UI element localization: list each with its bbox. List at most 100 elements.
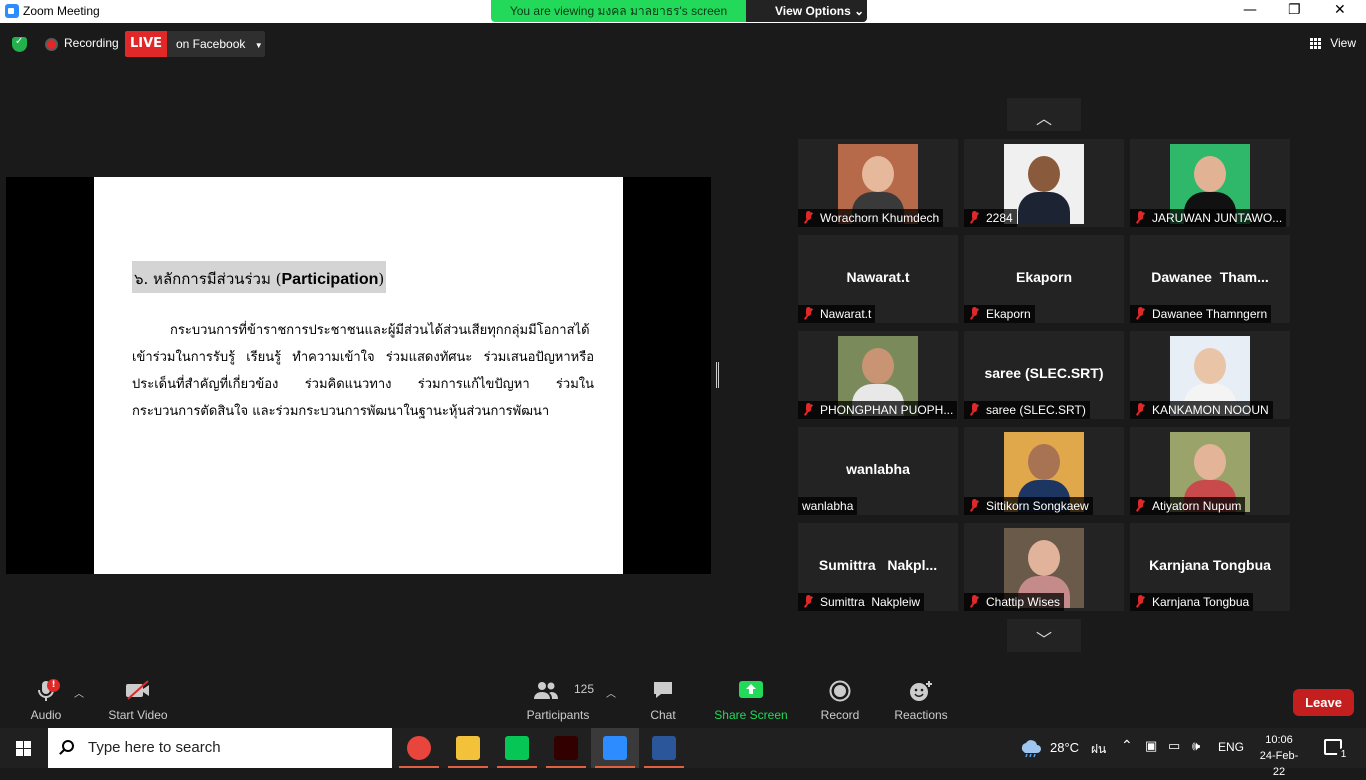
participant-name-label: Worachorn Khumdech [798,209,944,227]
participant-tile[interactable]: Nawarat.t Nawarat.t [798,235,958,323]
participant-tile[interactable]: saree (SLEC.SRT) saree (SLEC.SRT) [964,331,1124,419]
smiley-plus-icon [910,681,932,701]
slide-heading-thai: ๖. หลักการมีส่วนร่วม ( [134,270,282,288]
participant-name-label: PHONGPHAN PUOPH... [798,401,958,419]
participant-tile[interactable]: JARUWAN JUNTAWO... [1130,139,1290,227]
line-taskbar-button[interactable] [493,728,541,768]
meet-now-icon[interactable]: ▣ [1145,738,1157,754]
maximize-button[interactable]: ❐ [1288,2,1301,18]
participant-tile[interactable]: Karnjana Tongbua Karnjana Tongbua [1130,523,1290,611]
participant-tile[interactable]: 2284 [964,139,1124,227]
security-shield-icon[interactable] [12,36,27,52]
network-icon[interactable]: ▭ [1168,738,1180,754]
view-options-button[interactable]: View Options ⌄ [746,0,867,22]
windows-start-button[interactable] [0,728,48,768]
word-taskbar-button[interactable] [640,728,688,768]
participant-name: Nawarat.t [820,307,872,321]
participant-head [862,156,894,192]
view-options-label: View Options [775,4,851,18]
panel-resize-handle[interactable] [716,362,719,388]
recording-icon [45,38,58,51]
share-screen-label: Share Screen [714,708,788,722]
windows-taskbar: Type here to search 28°C ฝน ⌃ ▣ ▭ 🕪 ENG … [0,728,1366,778]
illustrator-taskbar-button[interactable] [542,728,590,768]
participant-tile[interactable]: Chattip Wises [964,523,1124,611]
participant-tile[interactable]: Atiyatorn Nupum [1130,427,1290,515]
windows-logo-icon [16,741,23,748]
taskbar-clock[interactable]: 10:06 24-Feb-22 [1254,732,1304,780]
weather-icon[interactable] [1018,738,1044,761]
participant-name: Worachorn Khumdech [820,211,940,225]
participants-options-caret-icon[interactable]: ︿ [606,685,616,700]
muted-microphone-icon [803,595,813,608]
participant-name-label: JARUWAN JUNTAWO... [1130,209,1287,227]
participant-tile[interactable]: Worachorn Khumdech [798,139,958,227]
audio-options-caret-icon[interactable]: ︿ [74,685,84,700]
zoom-taskbar-button[interactable] [591,728,639,768]
start-video-label: Start Video [108,708,168,722]
muted-microphone-icon [1135,211,1145,224]
chrome-taskbar-button[interactable] [395,728,443,768]
presentation-slide: ๖. หลักการมีส่วนร่วม (Participation) กระ… [94,177,623,574]
clock-date: 24-Feb-22 [1259,750,1299,778]
shared-screen: ๖. หลักการมีส่วนร่วม (Participation) กระ… [6,177,711,574]
minimize-button[interactable]: — [1243,2,1257,18]
muted-microphone-icon [1135,595,1145,608]
participant-name-label: Sumittra Nakpleiw [798,593,925,611]
participant-name-label: Karnjana Tongbua [1130,593,1254,611]
participant-tile[interactable]: wanlabha wanlabha [798,427,958,515]
participant-head [1028,156,1060,192]
gallery-page-down-button[interactable]: ﹀ [1007,619,1081,652]
participant-tile[interactable]: KANKAMON NOOUN [1130,331,1290,419]
participant-name: wanlabha [802,499,854,513]
participant-tile[interactable]: Dawanee Tham... Dawanee Thamngern [1130,235,1290,323]
participant-name: KANKAMON NOOUN [1152,403,1269,417]
participant-tile[interactable]: Sittikorn Songkaew [964,427,1124,515]
volume-icon[interactable]: 🕪 [1192,738,1200,754]
leave-button[interactable]: Leave [1293,689,1354,716]
language-indicator[interactable]: ENG [1218,740,1244,754]
participants-label: Participants [526,708,590,722]
muted-microphone-icon [969,211,979,224]
notification-count-badge: 1 [1337,748,1350,761]
gallery-page-up-button[interactable]: ︿ [1007,98,1081,131]
muted-microphone-icon [1135,307,1145,320]
participant-name-label: Dawanee Thamngern [1130,305,1272,323]
record-label: Record [820,708,860,722]
participant-tile[interactable]: Sumittra Nakpl... Sumittra Nakpleiw [798,523,958,611]
slide-body-text: กระบวนการที่ข้าราชการประชาชนและผู้มีส่วน… [132,323,594,419]
video-off-icon [126,680,149,700]
live-destination-label: on Facebook [176,37,246,51]
participant-tile[interactable]: Ekaporn Ekaporn [964,235,1124,323]
participant-name: 2284 [986,211,1013,225]
participant-name-label: wanlabha [798,497,858,515]
taskbar-search-box[interactable]: Type here to search [48,728,392,768]
grid-view-icon[interactable] [1310,38,1321,49]
slide-heading: ๖. หลักการมีส่วนร่วม (Participation) [132,261,387,293]
participant-display-name: wanlabha [846,461,910,477]
line-icon [505,736,529,760]
participant-display-name: Nawarat.t [846,269,910,285]
muted-microphone-icon [969,307,979,320]
participant-name: Chattip Wises [986,595,1061,609]
illustrator-icon [554,736,578,760]
word-icon [652,736,676,760]
muted-microphone-icon [969,595,979,608]
participant-tile[interactable]: PHONGPHAN PUOPH... [798,331,958,419]
file-explorer-taskbar-button[interactable] [444,728,492,768]
view-button[interactable]: View [1330,36,1356,50]
participant-display-name: Ekaporn [1015,269,1072,285]
participant-body [1018,192,1070,224]
chevron-up-icon[interactable]: ⌃ [1121,737,1133,754]
muted-microphone-icon [969,499,979,512]
recording-label[interactable]: Recording [64,36,119,50]
slide-heading-close: ) [378,270,385,288]
slide-heading-english: Participation [281,271,379,288]
participant-name-label: Atiyatorn Nupum [1130,497,1246,515]
live-destination-dropdown[interactable]: on Facebook ▼ [167,31,265,57]
viewing-banner: You are viewing มงคล มาลยาธร's screen [491,0,746,22]
muted-microphone-icon [1135,499,1145,512]
participant-name: Karnjana Tongbua [1152,595,1250,609]
chat-bubble-icon [654,682,672,698]
close-button[interactable]: ✕ [1334,2,1346,18]
